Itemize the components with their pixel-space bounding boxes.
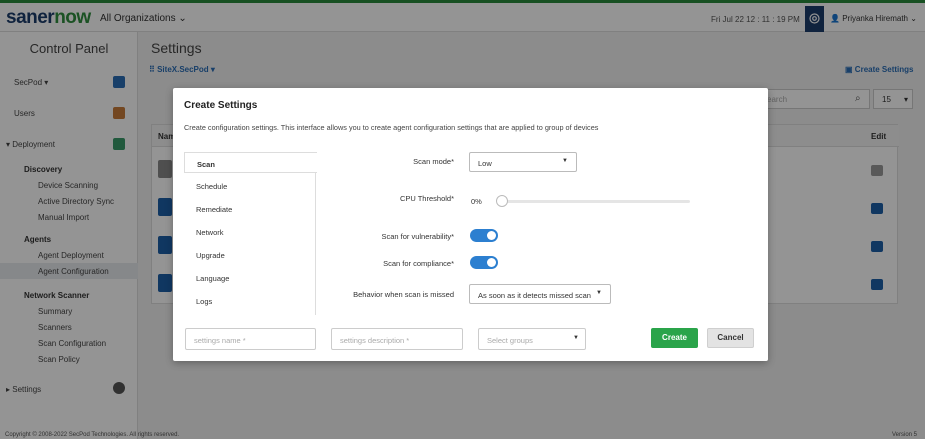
cancel-button[interactable]: Cancel — [707, 328, 754, 348]
scan-compliance-toggle[interactable] — [470, 256, 498, 269]
caret-down-icon: ▼ — [573, 335, 579, 341]
tab-logs[interactable]: Logs — [184, 290, 316, 311]
create-button[interactable]: Create — [651, 328, 698, 348]
tab-scan[interactable]: Scan — [184, 152, 317, 173]
tab-upgrade[interactable]: Upgrade — [184, 244, 316, 265]
missed-scan-label: Behavior when scan is missed — [353, 290, 454, 299]
missed-scan-select[interactable]: As soon as it detects missed scan ▼ — [469, 284, 611, 304]
create-settings-dialog: Create Settings Create configuration set… — [173, 88, 768, 361]
scan-compliance-label: Scan for compliance* — [383, 259, 454, 268]
scan-mode-select[interactable]: Low ▼ — [469, 152, 577, 172]
dialog-description: Create configuration settings. This inte… — [184, 123, 599, 132]
caret-down-icon: ▼ — [562, 158, 568, 164]
cpu-threshold-handle[interactable] — [496, 195, 508, 207]
cpu-threshold-label: CPU Threshold* — [399, 194, 454, 203]
select-groups-dropdown[interactable]: Select groups ▼ — [478, 328, 586, 350]
cpu-threshold-value: 0% — [471, 197, 482, 206]
cpu-threshold-track[interactable] — [497, 200, 690, 203]
tab-network[interactable]: Network — [184, 221, 316, 242]
tab-language[interactable]: Language — [184, 267, 316, 288]
scan-mode-label: Scan mode* — [413, 157, 454, 166]
tab-remediate[interactable]: Remediate — [184, 198, 316, 219]
caret-down-icon: ▼ — [596, 290, 602, 296]
settings-description-input[interactable]: settings description * — [331, 328, 463, 350]
scan-vulnerability-label: Scan for vulnerability* — [381, 232, 454, 241]
dialog-title: Create Settings — [184, 100, 258, 111]
tab-schedule[interactable]: Schedule — [184, 175, 316, 196]
settings-tabs: Scan Schedule Remediate Network Upgrade … — [184, 152, 317, 315]
settings-name-input[interactable]: settings name * — [185, 328, 316, 350]
scan-vulnerability-toggle[interactable] — [470, 229, 498, 242]
